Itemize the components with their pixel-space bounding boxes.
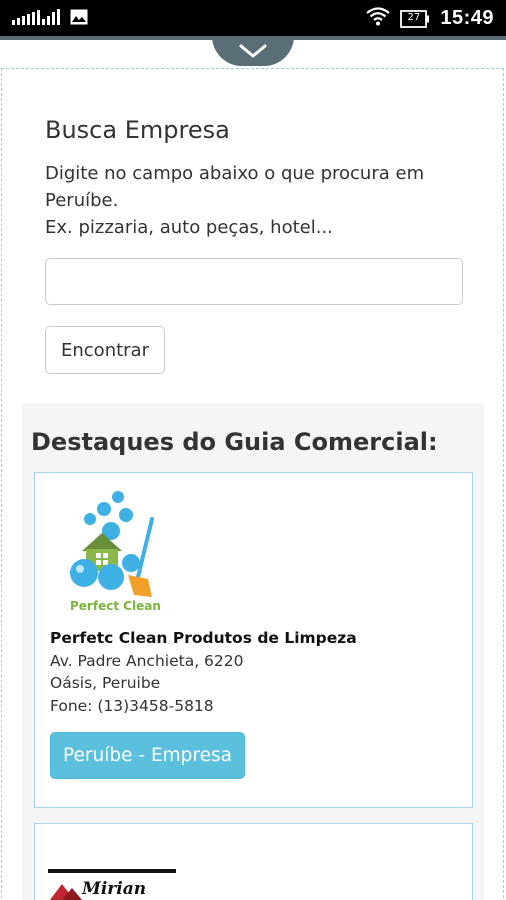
search-description-line-2: Ex. pizzaria, auto peças, hotel...: [45, 217, 333, 238]
battery-level: 27: [407, 11, 421, 23]
status-bar: 27 15:49: [0, 0, 506, 36]
clock: 15:49: [440, 7, 494, 29]
find-button[interactable]: Encontrar: [45, 326, 165, 374]
battery-icon: 27: [400, 9, 430, 28]
listing-address: Av. Padre Anchieta, 6220: [50, 652, 244, 670]
perfect-clean-logo: Perfect Clean: [56, 485, 161, 617]
search-input[interactable]: [45, 258, 463, 305]
search-description-line-1: Digite no campo abaixo o que procura em …: [45, 163, 425, 211]
image-icon: [70, 9, 88, 30]
mirian-logo: Mirian: [48, 866, 178, 900]
pull-down-tab[interactable]: [212, 36, 294, 66]
chevron-down-icon: [239, 44, 267, 58]
featured-title: Destaques do Guia Comercial:: [31, 428, 438, 456]
search-description: Digite no campo abaixo o que procura em …: [45, 160, 455, 241]
listing-name: Perfetc Clean Produtos de Limpeza: [50, 629, 357, 647]
logo-text: Perfect Clean: [70, 599, 161, 613]
signal-icon: [12, 9, 60, 30]
wifi-icon: [366, 6, 391, 31]
search-title: Busca Empresa: [45, 116, 230, 144]
listing-phone: Fone: (13)3458-5818: [50, 697, 214, 715]
listing-district: Oásis, Peruibe: [50, 674, 161, 692]
company-button[interactable]: Peruíbe - Empresa: [50, 732, 245, 779]
mirian-logo-text: Mirian: [81, 879, 146, 899]
